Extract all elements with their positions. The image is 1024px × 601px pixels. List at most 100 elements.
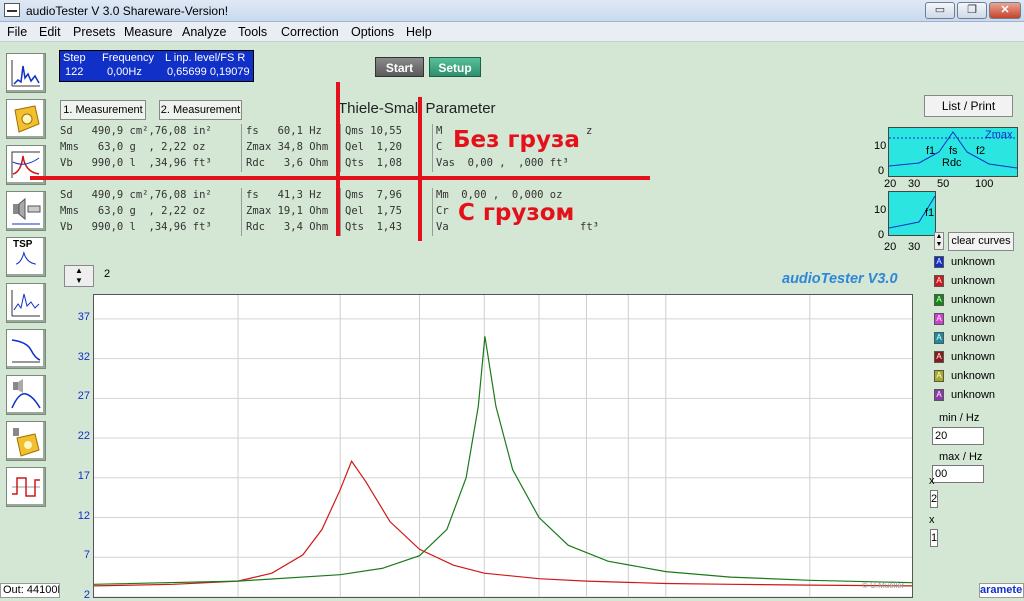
mini-y-0: 0: [878, 165, 885, 177]
m2-cms: Cr: [436, 205, 449, 217]
mini2-x-30: 30: [908, 241, 921, 253]
mini-y-10: 10: [874, 140, 887, 152]
mini-x-20: 20: [884, 178, 897, 190]
m1-qts: Qts 1,08: [345, 157, 402, 169]
fft-spectrum-icon[interactable]: [6, 53, 46, 93]
m1-sd: Sd 490,9 cm²,76,08 in²: [60, 125, 212, 137]
curve-label: unknown: [951, 332, 996, 344]
column-divider: [241, 124, 242, 172]
curve-count: 2: [104, 268, 111, 280]
column-divider: [432, 124, 433, 172]
impedance-curve-1: [94, 459, 912, 587]
curve-label: unknown: [951, 294, 996, 306]
mini-zmax-label: Zmax: [985, 129, 1013, 141]
frequency-response-icon[interactable]: [6, 283, 46, 323]
tab-measurement-1[interactable]: 1. Measurement: [60, 100, 146, 120]
m1-qms: Qms 10,55: [345, 125, 402, 137]
setup-button[interactable]: Setup: [429, 57, 481, 77]
curve-color-swatch[interactable]: A: [934, 256, 944, 268]
title-bar: audioTester V 3.0 Shareware-Version! ▭ ❐…: [0, 0, 1024, 22]
extra-input-2[interactable]: 1: [930, 529, 938, 547]
curve-spinner[interactable]: ▲ ▼: [64, 265, 94, 287]
tab-measurement-2[interactable]: 2. Measurement: [159, 100, 242, 120]
close-button[interactable]: ✕: [989, 2, 1021, 19]
y-tick-label: 17: [77, 469, 90, 482]
step-header: Step: [63, 52, 86, 64]
mini-scroll-spinner[interactable]: ▲ ▼: [934, 232, 944, 250]
mini2-f1-label: f1: [925, 207, 935, 219]
m1-mms: Mms 63,0 g , 2,22 oz: [60, 141, 206, 153]
menu-correction[interactable]: Correction: [281, 25, 339, 39]
min-hz-label: min / Hz: [939, 412, 980, 424]
start-button[interactable]: Start: [375, 57, 424, 77]
m2-vas-unit: ft³: [580, 221, 599, 233]
curve-label: unknown: [951, 370, 996, 382]
copyright-text: © U.Mueller: [862, 581, 905, 590]
menu-help[interactable]: Help: [406, 25, 432, 39]
annotation-vertical-line: [418, 97, 422, 241]
m1-zmax: Zmax 34,8 Ohm: [246, 141, 329, 153]
curve-color-swatch[interactable]: A: [934, 332, 944, 344]
impedance-curve-2: [94, 336, 912, 585]
column-divider: [340, 124, 341, 172]
y-tick-label: 12: [77, 509, 90, 522]
x-label: x: [929, 475, 935, 487]
curve-label: unknown: [951, 389, 996, 401]
panel-title: Thiele-Small Parameter: [338, 100, 496, 117]
menu-file[interactable]: File: [7, 25, 27, 39]
clear-curves-button[interactable]: clear curves: [948, 232, 1014, 251]
mini-x-100: 100: [975, 178, 994, 190]
speaker-filter-icon[interactable]: [6, 375, 46, 415]
y-axis-labels: 2 7 12 17 22 27 32 37: [60, 294, 90, 601]
waveform-icon[interactable]: [6, 467, 46, 507]
tool-sidebar: TSP: [0, 43, 56, 583]
curve-label: unknown: [951, 313, 996, 325]
column-divider: [340, 188, 341, 236]
curve-label: unknown: [951, 256, 996, 268]
maximize-button[interactable]: ❐: [957, 2, 987, 19]
level-header: L inp. level/FS R: [165, 52, 246, 64]
curve-color-swatch[interactable]: A: [934, 275, 944, 287]
annotation-with-load: С грузом: [458, 200, 575, 226]
curve-color-swatch[interactable]: A: [934, 389, 944, 401]
menu-edit[interactable]: Edit: [39, 25, 61, 39]
menu-tools[interactable]: Tools: [238, 25, 267, 39]
min-hz-input[interactable]: 20: [932, 427, 984, 445]
m2-vb: Vb 990,0 l ,34,96 ft³: [60, 221, 212, 233]
frequency-value: 0,00Hz: [107, 66, 142, 78]
menu-presets[interactable]: Presets: [73, 25, 115, 39]
minimize-button[interactable]: ▭: [925, 2, 955, 19]
list-print-button[interactable]: List / Print: [924, 95, 1013, 117]
filter-curve-icon[interactable]: [6, 329, 46, 369]
menu-measure[interactable]: Measure: [124, 25, 173, 39]
mini2-y-10: 10: [874, 204, 887, 216]
curve-color-swatch[interactable]: A: [934, 370, 944, 382]
curve-label: unknown: [951, 275, 996, 287]
m2-qel: Qel 1,75: [345, 205, 402, 217]
speaker-cone-icon[interactable]: [6, 421, 46, 461]
y-tick-label: 37: [77, 310, 90, 323]
column-divider: [241, 188, 242, 236]
mini2-x-20: 20: [884, 241, 897, 253]
impedance-preview-2: f1: [888, 191, 936, 236]
m1-vas: Vas 0,00 , ,000 ft³: [436, 157, 569, 169]
m1-qel: Qel 1,20: [345, 141, 402, 153]
mini-x-50: 50: [937, 178, 950, 190]
m2-mms: Mms 63,0 g , 2,22 oz: [60, 205, 206, 217]
impedance-chart[interactable]: [93, 294, 913, 598]
curve-color-swatch[interactable]: A: [934, 313, 944, 325]
mini2-y-0: 0: [878, 229, 885, 241]
menu-options[interactable]: Options: [351, 25, 394, 39]
speaker-measure-icon[interactable]: [6, 191, 46, 231]
max-hz-input[interactable]: 00: [932, 465, 984, 483]
speaker-cone-icon[interactable]: [6, 99, 46, 139]
menu-analyze[interactable]: Analyze: [182, 25, 226, 39]
curve-color-swatch[interactable]: A: [934, 294, 944, 306]
annotation-no-load: Без груза: [453, 127, 580, 153]
mini-x-30: 30: [908, 178, 921, 190]
tsp-icon[interactable]: TSP: [6, 237, 46, 277]
extra-input-1[interactable]: 2: [930, 490, 938, 508]
curve-color-swatch[interactable]: A: [934, 351, 944, 363]
step-status-display: Step Frequency L inp. level/FS R 122 0,0…: [59, 50, 254, 82]
status-right: arameter: [979, 583, 1024, 598]
